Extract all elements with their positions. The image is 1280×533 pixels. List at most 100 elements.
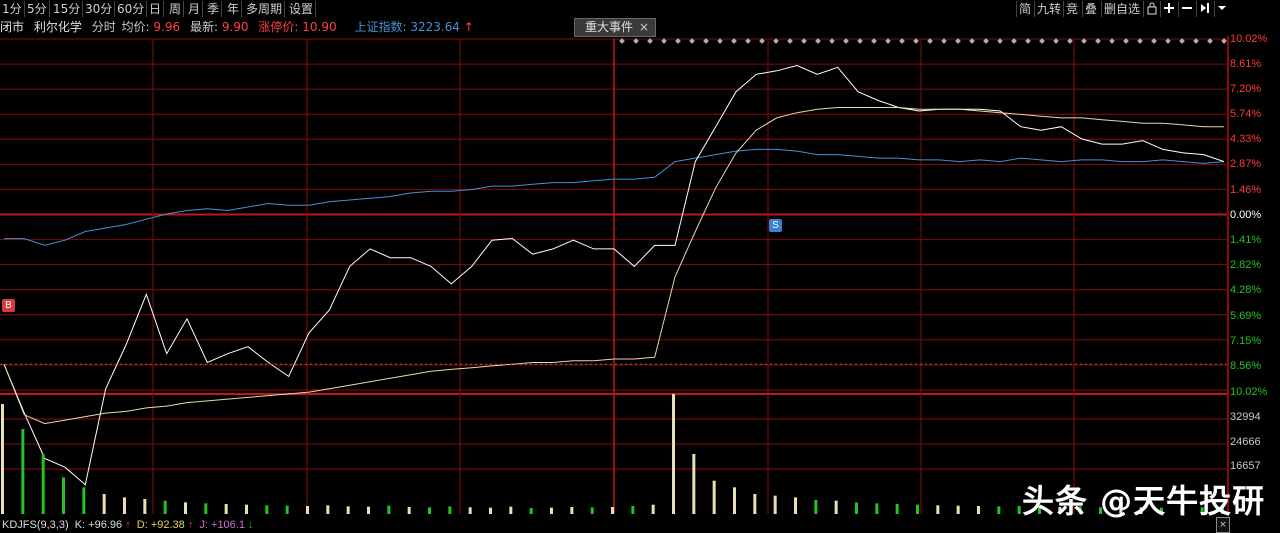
quote-info-bar: 闭市 利尔化学 分时 均价: 9.96 最新: 9.90 涨停价: 10.90 …	[0, 19, 480, 35]
axis-label: 8.61%	[1230, 58, 1262, 70]
volume-bar	[468, 507, 472, 514]
axis-label: 7.15%	[1230, 335, 1262, 347]
volume-bar	[570, 507, 574, 514]
timeframe-week[interactable]: 周	[167, 1, 185, 17]
volume-bar	[407, 507, 411, 514]
k-arrow: ↑	[125, 519, 131, 531]
d-label: D:	[136, 519, 148, 531]
volume-bar	[855, 502, 858, 514]
volume-bar	[753, 494, 757, 514]
volume-bar	[651, 504, 655, 514]
timeframe-month[interactable]: 月	[186, 1, 204, 17]
volume-bar	[387, 505, 391, 514]
mode-label: 分时	[91, 20, 116, 34]
major-events-label: 重大事件	[585, 20, 634, 34]
axis-label: 5.74%	[1230, 108, 1262, 120]
axis-label-bottom: 10.02%	[1230, 386, 1268, 398]
axis-label: 1.46%	[1230, 184, 1262, 196]
volume-bar	[41, 454, 45, 514]
plus-icon[interactable]	[1160, 1, 1178, 17]
volume-bar	[428, 507, 431, 514]
toolbar: 1分 5分 15分 30分 60分 日 周 月 季 年 多周期 设置 简 九转 …	[0, 0, 1280, 18]
volume-bar	[184, 502, 187, 514]
timeframe-60min[interactable]: 60分	[115, 1, 148, 17]
volume-bar	[285, 505, 289, 514]
volume-bar	[712, 480, 716, 514]
timeframe-30min[interactable]: 30分	[83, 1, 116, 17]
sell-marker[interactable]: S	[769, 219, 782, 232]
nine-turn-button[interactable]: 九转	[1034, 1, 1063, 17]
limit-up-value: 10.90	[302, 20, 337, 34]
axis-label: 4.33%	[1230, 133, 1262, 145]
volume-bar	[672, 394, 675, 514]
auction-button[interactable]: 竞	[1063, 1, 1080, 17]
index-up-arrow: ↑	[463, 20, 474, 34]
major-events-tab[interactable]: 重大事件 ×	[574, 18, 656, 37]
volume-bar	[367, 506, 370, 514]
timeframe-15min[interactable]: 15分	[51, 1, 84, 17]
index-value: 3223.64	[410, 20, 460, 34]
volume-bar	[529, 508, 533, 514]
volume-bar	[834, 500, 838, 514]
volume-bar	[346, 506, 350, 514]
volume-bar	[916, 504, 919, 514]
k-value: +96.96	[88, 519, 123, 531]
axis-label: 2.82%	[1230, 259, 1262, 271]
volume-bar	[875, 503, 879, 514]
close-icon[interactable]: ×	[639, 19, 649, 36]
volume-bar	[550, 507, 553, 514]
volume-bar	[509, 506, 513, 514]
volume-axis-label: 16657	[1230, 460, 1261, 472]
volume-bar	[489, 507, 492, 514]
volume-bar	[143, 499, 147, 514]
d-value: +92.38	[150, 519, 185, 531]
volume-axis-label: 24666	[1230, 436, 1261, 448]
timeframe-season[interactable]: 季	[205, 1, 223, 17]
volume-bar	[21, 429, 25, 514]
timeframe-day[interactable]: 日	[147, 1, 165, 17]
market-status: 闭市	[0, 20, 25, 34]
volume-bar	[102, 494, 106, 514]
volume-bar	[62, 477, 65, 514]
last-price-value: 9.90	[221, 20, 249, 34]
intraday-chart[interactable]	[0, 36, 1230, 516]
avg-price-value: 9.96	[153, 20, 181, 34]
timeframe-year[interactable]: 年	[225, 1, 243, 17]
volume-bar	[265, 505, 269, 514]
volume-bar	[692, 454, 696, 514]
overlay-button[interactable]: 叠	[1082, 1, 1099, 17]
lock-icon[interactable]	[1143, 1, 1161, 17]
avg-price-label: 均价:	[121, 20, 150, 34]
volume-bar	[997, 506, 1001, 514]
axis-label: 4.28%	[1230, 284, 1262, 296]
volume-bar	[306, 506, 309, 514]
buy-marker[interactable]: B	[2, 299, 15, 312]
close-indicator-icon[interactable]: ×	[1216, 517, 1230, 533]
volume-bar	[163, 500, 167, 514]
volume-bar	[977, 506, 980, 514]
delete-watchlist-button[interactable]: 删自选	[1101, 1, 1142, 17]
axis-label: 1.41%	[1230, 234, 1262, 246]
volume-bar	[794, 497, 797, 514]
volume-bar	[814, 500, 818, 514]
multi-period-button[interactable]: 多周期	[244, 1, 286, 17]
timeframe-1min[interactable]: 1分	[0, 1, 25, 17]
j-arrow: ↓	[248, 519, 254, 531]
volume-bar	[1017, 506, 1021, 514]
indicator-name: KDJFS(9,3,3)	[2, 519, 69, 531]
axis-label-zero: 0.00%	[1230, 209, 1262, 221]
watermark: 头条 @天牛投研	[1022, 482, 1266, 520]
volume-bar	[773, 495, 777, 514]
dropdown-icon[interactable]	[1214, 1, 1231, 17]
volume-bar	[956, 505, 960, 514]
settings-button[interactable]: 设置	[287, 1, 317, 17]
simple-button[interactable]: 简	[1016, 1, 1033, 17]
timeframe-5min[interactable]: 5分	[25, 1, 50, 17]
volume-bar	[123, 497, 126, 514]
volume-bar	[1, 404, 4, 514]
volume-bar	[936, 505, 940, 514]
j-label: J:	[199, 519, 208, 531]
minus-icon[interactable]	[1178, 1, 1196, 17]
axis-label-top: 10.02%	[1230, 33, 1268, 45]
stock-name: 利尔化学	[33, 20, 82, 34]
